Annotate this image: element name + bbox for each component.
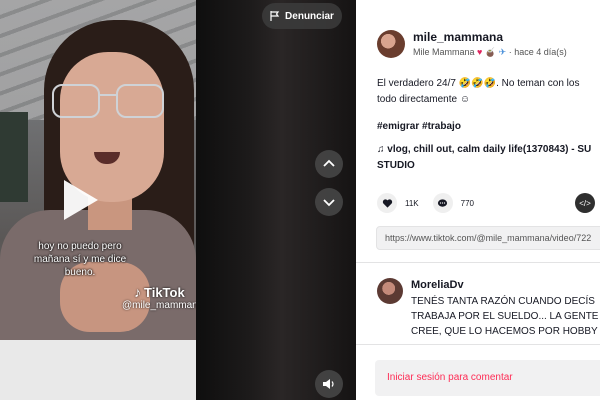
- like-count: 11K: [405, 198, 419, 208]
- music-info[interactable]: ♫ vlog, chill out, calm daily life(13708…: [377, 142, 600, 174]
- video-caption: hoy no puedo pero mañana sí y me dice bu…: [30, 240, 130, 279]
- heart-icon: [382, 198, 392, 208]
- flag-emoji-icon: 🧉: [484, 47, 497, 57]
- separator-dot: ·: [508, 47, 512, 57]
- watermark-brand: TikTok: [144, 284, 185, 300]
- embed-code-icon[interactable]: </>: [575, 193, 595, 213]
- window-scene: [0, 112, 28, 202]
- divider: [356, 344, 600, 345]
- comment-text: TENÉS TANTA RAZÓN CUANDO DECÍS TRABAJA P…: [411, 294, 598, 339]
- author-subline: Mile Mammana ♥ 🧉 ✈ · hace 4 día(s): [413, 45, 567, 59]
- volume-button[interactable]: [315, 370, 343, 398]
- comment-line: TENÉS TANTA RAZÓN CUANDO DECÍS: [411, 296, 595, 307]
- caption-line: hoy no puedo pero: [38, 241, 122, 252]
- post-time: hace 4 día(s): [514, 47, 567, 57]
- tiktok-logo-icon: ♪: [134, 284, 141, 300]
- chevron-down-icon: [323, 199, 335, 207]
- divider: [356, 262, 600, 263]
- heart-emoji-icon: ♥: [477, 47, 483, 57]
- video-link-field[interactable]: https://www.tiktok.com/@mile_mammana/vid…: [376, 226, 600, 250]
- watermark-handle: @mile_mammana: [122, 300, 196, 311]
- engagement-actions: 11K 770: [377, 193, 474, 213]
- comment-button[interactable]: 770: [432, 193, 474, 213]
- music-title: vlog, chill out, calm daily life(1370843…: [387, 144, 592, 155]
- caption-line: bueno.: [64, 267, 96, 278]
- tiktok-watermark: ♪ TikTok: [134, 284, 185, 300]
- author-info[interactable]: mile_mammana Mile Mammana ♥ 🧉 ✈ · hace 4…: [377, 30, 567, 59]
- post-description: El verdadero 24/7 🤣🤣🤣. No teman con los …: [377, 76, 600, 108]
- post-details-panel: mile_mammana Mile Mammana ♥ 🧉 ✈ · hace 4…: [356, 0, 600, 400]
- report-button[interactable]: Denunciar: [262, 3, 342, 29]
- author-username[interactable]: mile_mammana: [413, 30, 567, 44]
- video-player[interactable]: hoy no puedo pero mañana sí y me dice bu…: [0, 0, 356, 400]
- next-video-button[interactable]: [315, 188, 343, 216]
- report-label: Denunciar: [285, 10, 334, 22]
- avatar[interactable]: [377, 278, 403, 304]
- plane-emoji-icon: ✈: [498, 47, 507, 57]
- description-line: todo directamente ☺: [377, 94, 471, 105]
- comment-count: 770: [460, 198, 474, 208]
- previous-video-button[interactable]: [315, 150, 343, 178]
- comment-item: MoreliaDv TENÉS TANTA RAZÓN CUANDO DECÍS…: [377, 278, 598, 339]
- comment-line: CREE, QUE LO HACEMOS POR HOBBY: [411, 326, 598, 337]
- chevron-up-icon: [323, 159, 335, 167]
- music-note-icon: ♫: [377, 144, 385, 155]
- hashtags[interactable]: #emigrar #trabajo: [377, 121, 461, 132]
- avatar[interactable]: [377, 30, 405, 58]
- person-glasses: [52, 84, 164, 120]
- share-row: </> ✆: [575, 193, 600, 213]
- author-display-name: Mile Mammana: [413, 47, 475, 57]
- play-icon[interactable]: [64, 180, 98, 220]
- video-frame[interactable]: hoy no puedo pero mañana sí y me dice bu…: [0, 0, 196, 400]
- caption-line: mañana sí y me dice: [33, 254, 127, 265]
- comment-icon: [438, 198, 448, 207]
- comment-username[interactable]: MoreliaDv: [411, 278, 598, 292]
- volume-icon: [323, 379, 334, 389]
- table-surface: [0, 340, 196, 400]
- flag-icon: [270, 11, 280, 21]
- music-title-cont: STUDIO: [377, 160, 415, 171]
- login-to-comment-button[interactable]: Iniciar sesión para comentar: [375, 360, 600, 396]
- like-button[interactable]: 11K: [377, 193, 419, 213]
- comment-line: TRABAJA POR EL SUELDO... LA GENTE: [411, 311, 599, 322]
- description-line: El verdadero 24/7 🤣🤣🤣. No teman con los: [377, 78, 580, 89]
